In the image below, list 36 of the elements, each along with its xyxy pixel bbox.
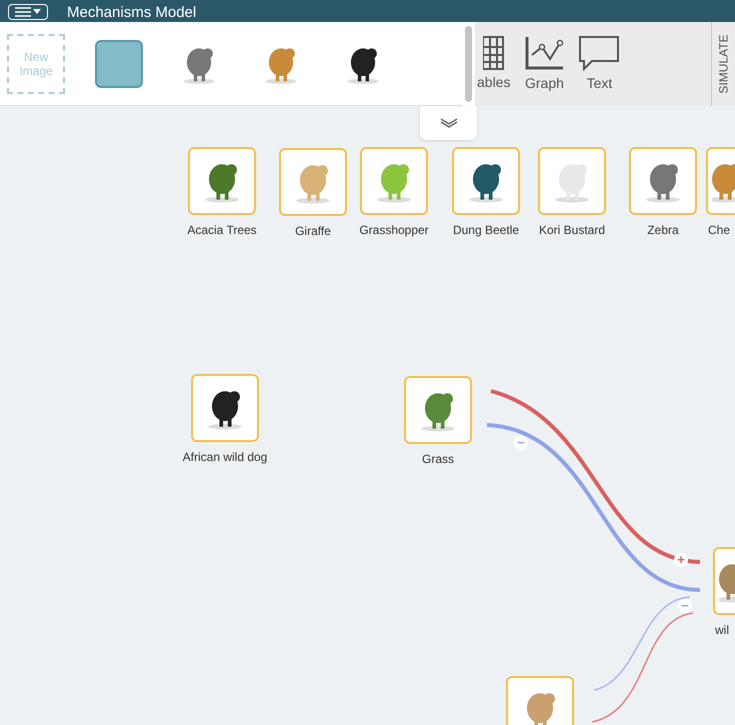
node-label: wil (715, 622, 729, 639)
node-card[interactable] (506, 676, 574, 725)
relation-sign: − (514, 436, 528, 450)
graph-icon (524, 34, 564, 70)
node-label: Grasshopper (359, 222, 429, 239)
menu-button[interactable] (8, 4, 48, 20)
node-label: Acacia Trees (187, 222, 257, 239)
node-label: African wild dog (182, 449, 268, 466)
model-title: Mechanisms Model (67, 4, 196, 22)
toolbar-button[interactable]: Graph (524, 34, 564, 94)
relation-sign: − (678, 599, 692, 613)
expand-button[interactable] (420, 106, 477, 140)
node-label: Kori Bustard (538, 222, 606, 239)
menu-icon (15, 7, 41, 17)
simulate-tab[interactable]: SIMULATE (714, 34, 732, 94)
color-swatch[interactable] (95, 40, 143, 88)
node-card[interactable] (452, 147, 520, 215)
toolbar-button[interactable]: ables (477, 36, 510, 92)
node-card[interactable] (360, 147, 428, 215)
node-label: Giraffe (295, 223, 331, 240)
node-label: Dung Beetle (452, 222, 520, 239)
scrollbar[interactable] (462, 22, 475, 106)
relation-sign: + (674, 553, 688, 567)
table-icon (482, 36, 505, 70)
node-card[interactable] (188, 147, 256, 215)
toolbar-button[interactable]: Text (578, 34, 620, 94)
node-label: Che (708, 222, 730, 239)
speech-bubble-icon (578, 34, 620, 70)
node-card[interactable] (629, 147, 697, 215)
node-label: Zebra (647, 222, 679, 239)
node-card[interactable] (404, 376, 472, 444)
node-card[interactable] (279, 148, 347, 216)
node-card[interactable] (538, 147, 606, 215)
node-label: Grass (422, 451, 454, 468)
node-card[interactable] (191, 374, 259, 442)
chevron-down-icon (440, 118, 458, 128)
